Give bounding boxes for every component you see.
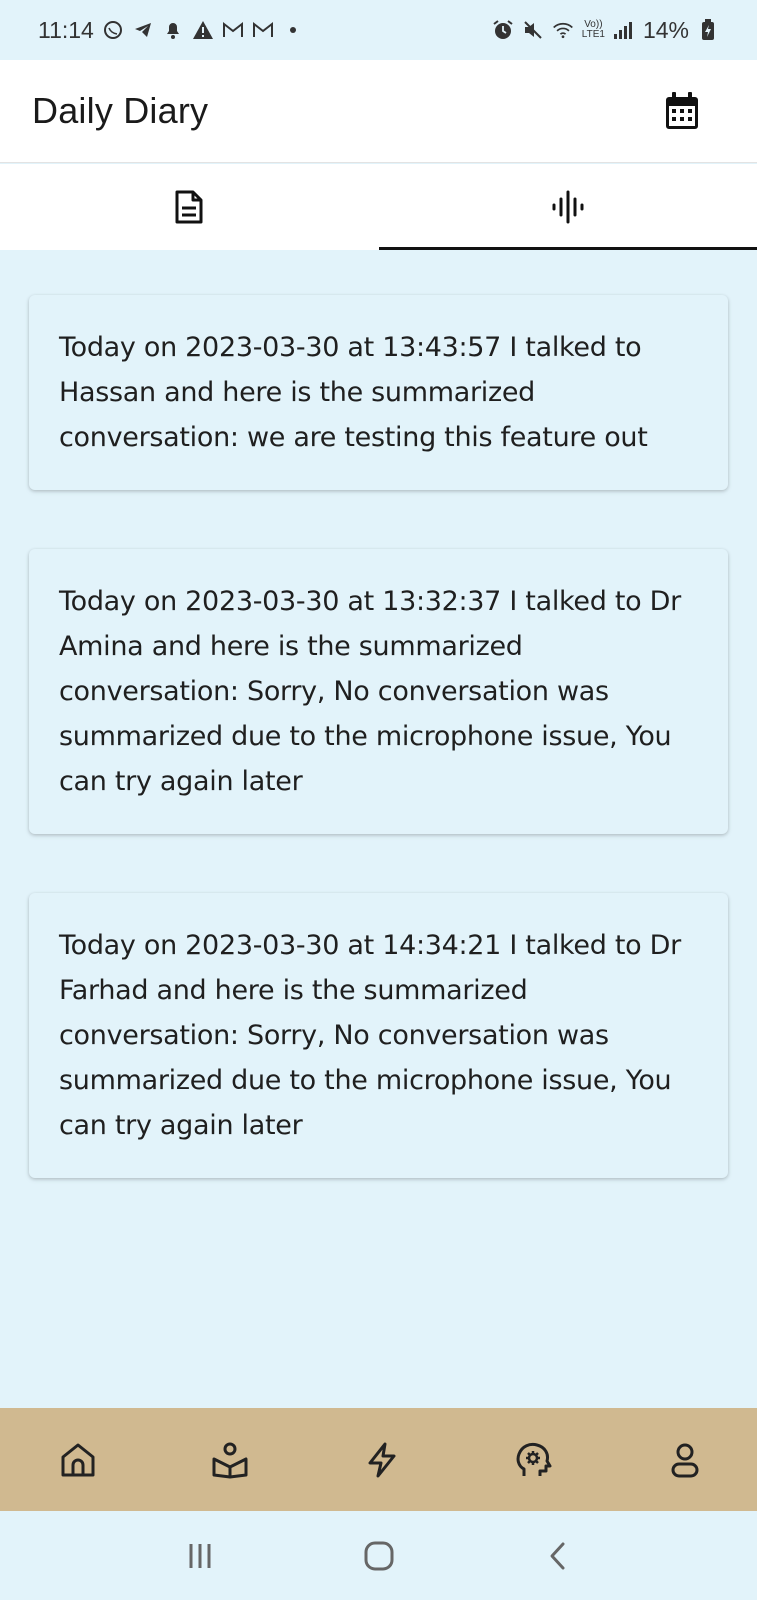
network-label: LTE1	[581, 29, 605, 40]
diary-entry-card[interactable]: Today on 2023-03-30 at 14:34:21 I talked…	[29, 893, 728, 1178]
reading-icon	[212, 1442, 248, 1478]
status-time: 11:14	[38, 16, 94, 43]
nav-reading[interactable]	[210, 1440, 250, 1480]
notification-bell-icon	[162, 19, 184, 41]
home-circle-icon	[364, 1541, 393, 1570]
calendar-button[interactable]	[663, 92, 701, 130]
diary-entry-text: Today on 2023-03-30 at 13:43:57 I talked…	[59, 332, 648, 453]
tab-audio[interactable]	[378, 164, 757, 250]
diary-entry-text: Today on 2023-03-30 at 13:32:37 I talked…	[59, 586, 681, 797]
recent-apps-icon	[189, 1543, 210, 1568]
mind-gear-icon	[516, 1442, 552, 1476]
diary-entry-text: Today on 2023-03-30 at 14:34:21 I talked…	[59, 930, 681, 1141]
back-chevron-icon	[550, 1542, 564, 1569]
status-left: 11:14	[38, 17, 304, 44]
warning-icon	[192, 19, 214, 41]
signal-icon	[613, 19, 635, 41]
telegram-icon	[132, 19, 154, 41]
diary-entry-card[interactable]: Today on 2023-03-30 at 13:32:37 I talked…	[29, 549, 728, 834]
tab-bar	[0, 164, 757, 250]
profile-icon	[671, 1443, 699, 1477]
mute-icon	[522, 19, 544, 41]
volte-indicator: Vo)) LTE1	[582, 20, 605, 40]
diary-entry-card[interactable]: Today on 2023-03-30 at 13:43:57 I talked…	[29, 295, 728, 490]
nav-mind[interactable]	[513, 1440, 553, 1480]
audio-waveform-icon	[552, 190, 584, 224]
diary-list: Today on 2023-03-30 at 13:43:57 I talked…	[0, 250, 757, 1408]
battery-charging-icon	[697, 19, 719, 41]
home-icon	[61, 1443, 95, 1476]
nav-home[interactable]	[58, 1440, 98, 1480]
wifi-icon	[552, 19, 574, 41]
status-right: Vo)) LTE1 14%	[492, 17, 719, 44]
battery-percentage: 14%	[642, 16, 689, 43]
back-button[interactable]	[538, 1536, 578, 1576]
home-system-button[interactable]	[359, 1536, 399, 1576]
app-bar: Daily Diary	[0, 60, 757, 163]
page-title: Daily Diary	[32, 90, 209, 131]
status-bar: 11:14 Vo)) LTE1 14%	[0, 0, 757, 60]
calendar-icon	[666, 92, 698, 129]
gmail-icon	[222, 19, 244, 41]
nav-profile[interactable]	[665, 1440, 705, 1480]
alarm-icon	[492, 19, 514, 41]
whatsapp-icon	[102, 19, 124, 41]
bottom-navigation	[0, 1408, 757, 1511]
document-icon	[175, 190, 203, 224]
more-notifications-dot-icon	[282, 19, 304, 41]
lightning-icon	[368, 1442, 395, 1477]
tab-documents[interactable]	[0, 164, 379, 250]
nav-activity[interactable]	[362, 1440, 402, 1480]
system-navigation	[0, 1511, 757, 1600]
recent-apps-button[interactable]	[180, 1536, 220, 1576]
gmail-icon-2	[252, 19, 274, 41]
